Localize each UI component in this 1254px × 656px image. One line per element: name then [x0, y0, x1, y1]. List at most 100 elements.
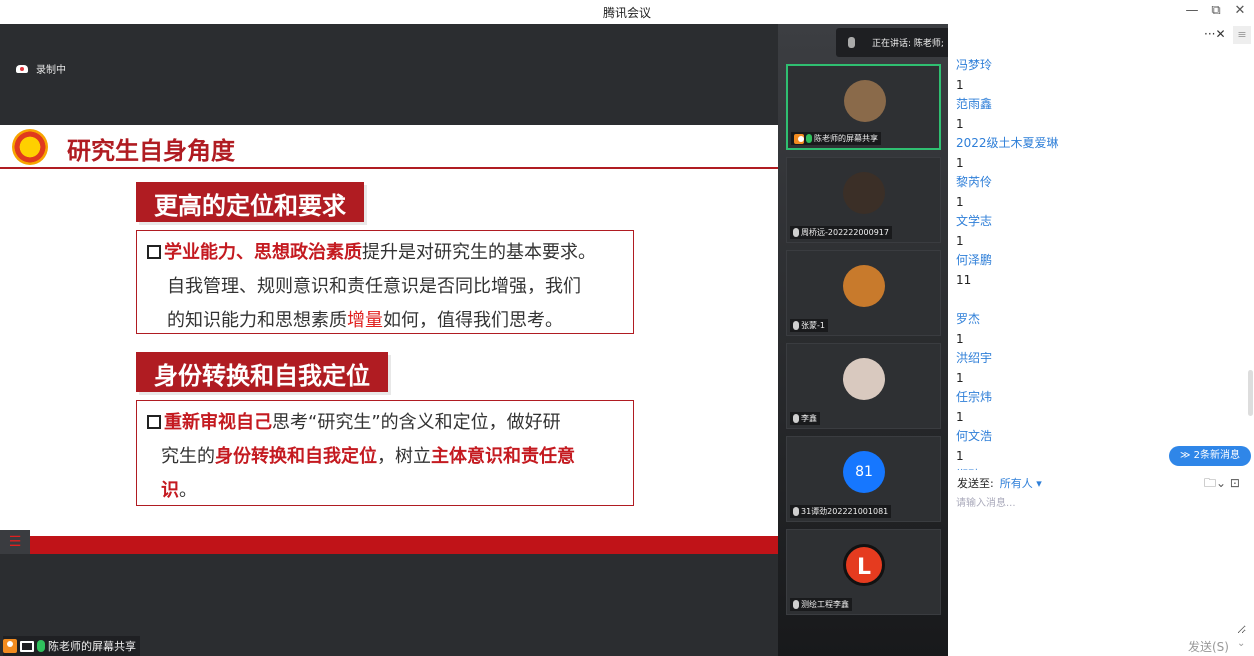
- box1-line3c: 如何，值得我们思考。: [383, 310, 563, 331]
- avatar: [843, 358, 885, 400]
- chat-message-text: 1: [956, 156, 964, 170]
- recording-indicator: 录制中: [16, 61, 66, 76]
- chat-scrollbar[interactable]: [1248, 370, 1253, 416]
- avatar: 81: [843, 451, 885, 493]
- send-to-selector[interactable]: 发送至: 所有人 ▾: [957, 475, 1042, 491]
- screen-share-label: 陈老师的屏幕共享: [3, 636, 140, 656]
- close-button[interactable]: ✕: [1230, 3, 1250, 18]
- participant-name: 31谭劲202221001081: [801, 507, 889, 516]
- chat-message: 任宗炜 1: [956, 388, 1236, 427]
- box1-line2: 自我管理、规则意识和责任意识是否同比增强，我们: [167, 276, 581, 297]
- box2-highlight-b: 主体意识和责任意: [431, 446, 575, 467]
- chat-message: 郑劲: [956, 466, 1236, 470]
- chat-header: ···✕ ≡: [948, 24, 1254, 46]
- minimize-button[interactable]: —: [1182, 3, 1202, 18]
- chat-message: 范雨鑫 1: [956, 95, 1236, 134]
- participant-tile[interactable]: 张蒙-1: [786, 250, 941, 336]
- chat-sender-name[interactable]: 范雨鑫: [956, 95, 1236, 114]
- box2-highlight-a: 身份转换和自我定位: [215, 446, 377, 467]
- checkbox-bullet-icon: [147, 415, 161, 429]
- chat-message-text: 1: [956, 117, 964, 131]
- box2-text: 思考“研究生”的含义和定位，做好研: [272, 412, 561, 433]
- chat-menu-icon[interactable]: ≡: [1233, 26, 1251, 44]
- participant-name: 陈老师的屏幕共享: [814, 134, 878, 143]
- chat-message-text: 1: [956, 332, 964, 346]
- mic-muted-icon: [793, 321, 799, 330]
- chat-sender-name[interactable]: 何文浩: [956, 427, 1236, 446]
- participant-tile[interactable]: 81 31谭劲202221001081: [786, 436, 941, 522]
- box2-line3b: 。: [179, 480, 197, 501]
- chat-message: 文学志 1: [956, 212, 1236, 251]
- avatar: [843, 265, 885, 307]
- box2-line2c: ，树立: [377, 446, 431, 467]
- host-icon: [794, 133, 804, 144]
- mic-muted-icon: [793, 414, 799, 423]
- chat-message-input[interactable]: [956, 494, 1246, 634]
- slide-menu-button[interactable]: ☰: [0, 530, 30, 554]
- title-bar: 腾讯会议 — ⧉ ✕: [0, 0, 1254, 24]
- content-box-1: 学业能力、思想政治素质提升是对研究生的基本要求。 自我管理、规则意识和责任意识是…: [136, 230, 634, 334]
- chat-sender-name[interactable]: 洪绍宇: [956, 349, 1236, 368]
- speaking-label: 正在讲话: 陈老师;: [872, 39, 944, 49]
- section-heading-1: 更高的定位和要求: [136, 182, 364, 222]
- participant-tile[interactable]: L 测绘工程李鑫: [786, 529, 941, 615]
- chat-sender-name[interactable]: 冯梦玲: [956, 56, 1236, 75]
- window-title: 腾讯会议: [602, 6, 651, 20]
- mic-muted-icon: [793, 600, 799, 609]
- recording-label: 录制中: [36, 65, 66, 76]
- chat-message: 冯梦玲 1: [956, 56, 1236, 95]
- content-box-2: 重新审视自己思考“研究生”的含义和定位，做好研 究生的身份转换和自我定位，树立主…: [136, 400, 634, 506]
- restore-button[interactable]: ⧉: [1206, 3, 1226, 18]
- chat-message: 罗杰 1: [956, 310, 1236, 349]
- highlight-text: 重新审视自己: [164, 412, 272, 433]
- chat-more-close-button[interactable]: ···✕: [1204, 27, 1226, 41]
- chat-message-text: 1: [956, 195, 964, 209]
- share-name: 陈老师的屏幕共享: [48, 640, 136, 653]
- box1-line3a: 的知识能力和思想素质: [167, 310, 347, 331]
- avatar: [844, 80, 886, 122]
- screen-share-icon: [20, 640, 34, 652]
- mic-icon: [37, 640, 45, 652]
- send-to-dropdown[interactable]: 所有人 ▾: [1000, 477, 1042, 490]
- chat-message: 洪绍宇 1: [956, 349, 1236, 388]
- presentation-slide: 研究生自身角度 更高的定位和要求 学业能力、思想政治素质提升是对研究生的基本要求…: [0, 125, 778, 551]
- chat-sender-name[interactable]: 何泽鹏: [956, 251, 1236, 270]
- chat-panel: ···✕ ≡ 冯梦玲 1 范雨鑫 1 2022级土木夏爱琳 1 黎芮伶 1 文学志 1 何泽鹏 11 罗…: [948, 24, 1254, 656]
- section-heading-2: 身份转换和自我定位: [136, 352, 388, 392]
- chat-tools[interactable]: 🗀⌄ ⊡: [1204, 474, 1240, 495]
- box2-line3a: 识: [161, 480, 179, 501]
- highlight-text: 学业能力、思想政治素质: [164, 242, 362, 263]
- mic-icon: [848, 37, 855, 48]
- participant-tile[interactable]: 陈老师的屏幕共享: [786, 64, 941, 150]
- participant-tile[interactable]: 周桥远-202222000917: [786, 157, 941, 243]
- avatar: L: [843, 544, 885, 586]
- participant-name: 张蒙-1: [801, 321, 825, 330]
- host-icon: [3, 639, 17, 653]
- chat-message-text: 1: [956, 371, 964, 385]
- checkbox-bullet-icon: [147, 245, 161, 259]
- participant-name: 周桥远-202222000917: [801, 228, 889, 237]
- avatar: [843, 172, 885, 214]
- send-options-chevron-down-icon[interactable]: ⌄: [1237, 638, 1245, 649]
- participant-name: 测绘工程李鑫: [801, 600, 849, 609]
- new-messages-button[interactable]: ≫ 2条新消息: [1169, 446, 1251, 466]
- chat-sender-name[interactable]: 黎芮伶: [956, 173, 1236, 192]
- chat-sender-name[interactable]: 郑劲: [956, 466, 1236, 470]
- chat-sender-name[interactable]: 罗杰: [956, 310, 1236, 329]
- chat-message-text: 1: [956, 410, 964, 424]
- chat-message-text: 11: [956, 273, 972, 287]
- slide-footer-bar: [0, 536, 778, 554]
- participant-tile[interactable]: 李鑫: [786, 343, 941, 429]
- box1-highlight-增量: 增量: [347, 310, 383, 331]
- chat-message-text: 1: [956, 234, 964, 248]
- send-button[interactable]: 发送(S): [1188, 638, 1229, 655]
- slide-title: 研究生自身角度: [67, 137, 235, 165]
- box2-line2a: 究生的: [161, 446, 215, 467]
- chat-sender-name[interactable]: 任宗炜: [956, 388, 1236, 407]
- box1-text: 提升是对研究生的基本要求。: [362, 242, 596, 263]
- chat-sender-name[interactable]: 文学志: [956, 212, 1236, 231]
- chat-message: 2022级土木夏爱琳 1: [956, 134, 1236, 173]
- chat-sender-name[interactable]: 2022级土木夏爱琳: [956, 134, 1236, 153]
- cloud-record-icon: [16, 64, 28, 73]
- slide-header: 研究生自身角度: [0, 125, 778, 169]
